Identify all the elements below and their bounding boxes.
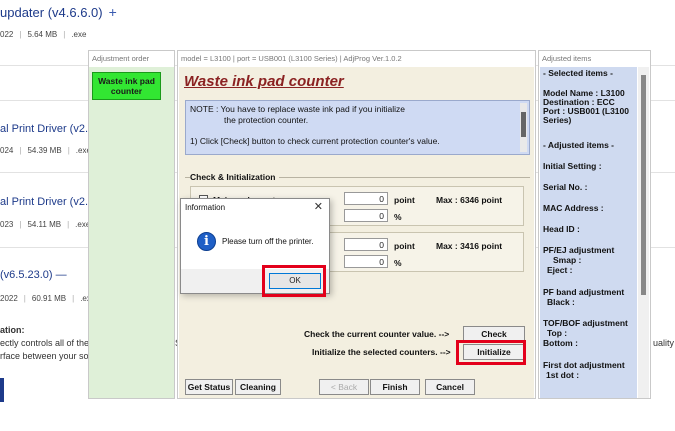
mac-address: MAC Address : xyxy=(543,203,604,213)
bg-item-meta-4: 2022 | 60.91 MB | .ex xyxy=(0,294,91,303)
point-unit: point xyxy=(394,195,415,205)
bg-item-title-1[interactable]: updater (v4.6.6.0) + xyxy=(0,4,117,20)
collapse-dash-icon[interactable]: — xyxy=(56,269,67,281)
percent-unit: % xyxy=(394,212,402,222)
note-box: NOTE : You have to replace waste ink pad… xyxy=(185,100,530,155)
bg-item-meta-2: 024 | 54.39 MB | .exe xyxy=(0,146,91,155)
back-button[interactable]: < Back xyxy=(319,379,369,395)
adjusted-items-scrollbar[interactable] xyxy=(638,67,649,398)
bg-date: 022 xyxy=(0,30,14,39)
bg-ext: .exe xyxy=(71,30,87,39)
eject: Eject : xyxy=(547,265,573,275)
bg-item-title-4-text[interactable]: (v6.5.23.0) xyxy=(0,269,53,281)
bg-size: 5.64 MB xyxy=(27,30,58,39)
bg-item-meta-1: 022 | 5.64 MB | .exe xyxy=(0,30,87,39)
main-pad-percent-value: 0 xyxy=(344,209,388,222)
finish-button[interactable]: Finish xyxy=(370,379,420,395)
bg-date: 2022 xyxy=(0,294,18,303)
note-line: 1) Click [Check] button to check current… xyxy=(190,136,440,146)
dialog-title: Information xyxy=(185,203,226,212)
bg-size: 54.39 MB xyxy=(27,146,62,155)
tof-bof-adjustment: TOF/BOF adjustment xyxy=(543,318,628,328)
highlight-initialize-button xyxy=(456,340,526,365)
cancel-button[interactable]: Cancel xyxy=(425,379,475,395)
waste-ink-pad-counter-button[interactable]: Waste ink pad counter xyxy=(92,72,161,100)
highlight-ok-button xyxy=(262,265,326,297)
percent-unit: % xyxy=(394,258,402,268)
bg-right-fragment: uality xyxy=(653,338,675,348)
bg-desc-line: rface between your so xyxy=(0,351,89,361)
second-pad-percent-value: 0 xyxy=(344,255,388,268)
get-status-button[interactable]: Get Status xyxy=(185,379,233,395)
first-dot-adjustment: First dot adjustment xyxy=(543,360,625,370)
main-pad-max: Max : 6346 point xyxy=(436,195,503,205)
main-pad-point-value: 0 xyxy=(344,192,388,205)
bg-item-title-2[interactable]: al Print Driver (v2.7 xyxy=(0,123,94,135)
top: Top : xyxy=(547,328,568,338)
point-unit: point xyxy=(394,241,415,251)
bottom: Bottom : xyxy=(543,338,578,348)
button-label-line: counter xyxy=(110,86,143,96)
info-icon: i xyxy=(197,232,216,251)
pf-ej-adjustment: PF/EJ adjustment xyxy=(543,245,615,255)
bg-size: 54.11 MB xyxy=(27,220,62,229)
head-id: Head ID : xyxy=(543,224,580,234)
bg-item-meta-3: 023 | 54.11 MB | .exe xyxy=(0,220,91,229)
button-label-line: Waste ink pad xyxy=(98,76,155,86)
panel-title: Adjusted items xyxy=(542,54,592,63)
panel-title: Adjustment order xyxy=(92,54,150,63)
second-pad-point-value: 0 xyxy=(344,238,388,251)
bg-date: 023 xyxy=(0,220,14,229)
first-dot: 1st dot : xyxy=(546,370,580,380)
initial-setting: Initial Setting : xyxy=(543,161,602,171)
note-line: NOTE : You have to replace waste ink pad… xyxy=(190,104,405,114)
initialize-instruction: Initialize the selected counters. --> xyxy=(312,347,451,357)
black: Black : xyxy=(547,297,575,307)
dialog-message: Please turn off the printer. xyxy=(222,237,314,246)
expand-plus-icon[interactable]: + xyxy=(109,4,117,20)
bg-item-title-3[interactable]: al Print Driver (v2.7 xyxy=(0,196,94,208)
port-cont: Series) xyxy=(543,115,572,125)
adjustment-order-panel: Adjustment order Waste ink pad counter xyxy=(88,50,175,399)
note-scrollbar[interactable] xyxy=(520,103,527,152)
bg-accent-bar xyxy=(0,378,4,402)
bg-desc-line: ectly controls all of the xyxy=(0,338,90,348)
adjusted-items-list: - Selected items - Model Name : L3100 De… xyxy=(540,67,637,398)
scrollbar-thumb[interactable] xyxy=(521,112,526,137)
note-line: the protection counter. xyxy=(224,115,309,125)
scrollbar-thumb[interactable] xyxy=(641,75,646,295)
bg-item-title-1-text[interactable]: updater (v4.6.6.0) xyxy=(0,5,103,20)
section-label: Check & Initialization xyxy=(190,172,279,182)
serial-no: Serial No. : xyxy=(543,182,588,192)
page-title: Waste ink pad counter xyxy=(184,73,344,90)
selected-items-heading: - Selected items - xyxy=(543,68,613,78)
second-pad-max: Max : 3416 point xyxy=(436,241,503,251)
bg-item-title-4[interactable]: (v6.5.23.0) — xyxy=(0,269,67,281)
adjusted-items-heading: - Adjusted items - xyxy=(543,140,614,150)
adjusted-items-panel: Adjusted items - Selected items - Model … xyxy=(538,50,651,399)
bg-size: 60.91 MB xyxy=(31,294,67,303)
panel-title: model = L3100 | port = USB001 (L3100 Ser… xyxy=(181,54,402,63)
cleaning-button[interactable]: Cleaning xyxy=(235,379,281,395)
smap: Smap : xyxy=(553,255,582,265)
close-icon[interactable]: ✕ xyxy=(314,200,323,213)
adjustment-order-list: Waste ink pad counter xyxy=(89,67,174,398)
pf-band-adjustment: PF band adjustment xyxy=(543,287,625,297)
check-instruction: Check the current counter value. --> xyxy=(304,329,450,339)
bg-date: 024 xyxy=(0,146,14,155)
bg-desc-heading: ation: xyxy=(0,325,25,335)
